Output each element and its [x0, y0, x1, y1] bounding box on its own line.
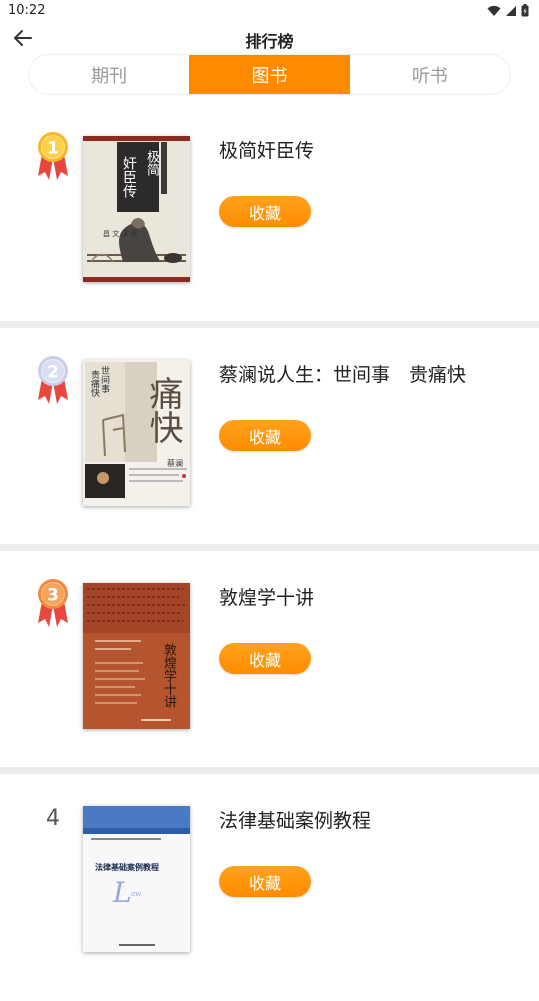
book-cover[interactable]: 世间事 贵痛快 痛快 蔡澜	[83, 360, 190, 506]
bronze-medal-icon: 3	[38, 579, 68, 627]
list-item[interactable]: 3 敦煌学十讲 敦煌学十讲 收藏	[0, 563, 539, 778]
silver-medal-icon: 2	[38, 356, 68, 404]
rank-number: 2	[47, 363, 59, 383]
rank-number: 1	[47, 139, 59, 159]
list-item[interactable]: 4 L aw 法律基础案例教程 法律基础案例教程 收藏	[0, 786, 539, 1001]
rank-number: 3	[47, 586, 59, 606]
book-title[interactable]: 法律基础案例教程	[219, 806, 371, 833]
cover-title: 敦煌学十讲	[161, 643, 176, 708]
svg-text:aw: aw	[131, 890, 141, 898]
tab-audiobooks[interactable]: 听书	[350, 55, 510, 94]
book-title[interactable]: 极简奸臣传	[219, 136, 314, 163]
rank-number: 4	[46, 806, 60, 831]
signal-icon	[506, 5, 516, 16]
status-icons	[487, 4, 529, 17]
category-tabs: 期刊 图书 听书	[28, 54, 511, 95]
list-item[interactable]: 1 昌 文 泽 著 极简 奸臣传 极简奸臣传 收藏	[0, 116, 539, 331]
book-cover[interactable]: L aw 法律基础案例教程	[83, 806, 190, 952]
header: 排行榜	[0, 24, 539, 52]
favorite-button[interactable]: 收藏	[219, 866, 311, 897]
book-cover[interactable]: 昌 文 泽 著 极简 奸臣传	[83, 136, 190, 282]
cover-title-sub: 奸臣传	[121, 156, 137, 198]
list-item[interactable]: 2 世间事 贵痛快 痛快 蔡澜 蔡澜说人生：世间事 贵痛快 收藏	[0, 340, 539, 555]
book-title[interactable]: 敦煌学十讲	[219, 583, 314, 610]
cover-title-main: 极简	[144, 150, 159, 176]
wifi-icon	[487, 5, 501, 16]
cover-subtitle-2: 贵痛快	[89, 370, 99, 397]
divider	[0, 767, 539, 774]
tab-journals[interactable]: 期刊	[29, 55, 189, 94]
page-title: 排行榜	[245, 32, 294, 51]
svg-text:昌 文 泽 著: 昌 文 泽 著	[103, 229, 138, 238]
battery-icon	[521, 4, 529, 17]
favorite-button[interactable]: 收藏	[219, 196, 311, 227]
status-time: 10:22	[8, 3, 46, 18]
book-cover[interactable]: 敦煌学十讲	[83, 583, 190, 729]
tab-books[interactable]: 图书	[189, 55, 350, 94]
divider	[0, 321, 539, 328]
cover-art: L aw	[83, 806, 190, 952]
favorite-button[interactable]: 收藏	[219, 420, 311, 451]
cover-title: 法律基础案例教程	[95, 863, 159, 872]
favorite-button[interactable]: 收藏	[219, 643, 311, 674]
book-title[interactable]: 蔡澜说人生：世间事 贵痛快	[219, 360, 466, 387]
divider	[0, 544, 539, 551]
cover-author: 蔡澜	[167, 459, 183, 468]
cover-big-text: 痛快	[143, 376, 183, 444]
status-bar: 10:22	[0, 0, 539, 24]
gold-medal-icon: 1	[38, 132, 68, 180]
svg-text:L: L	[112, 876, 132, 909]
